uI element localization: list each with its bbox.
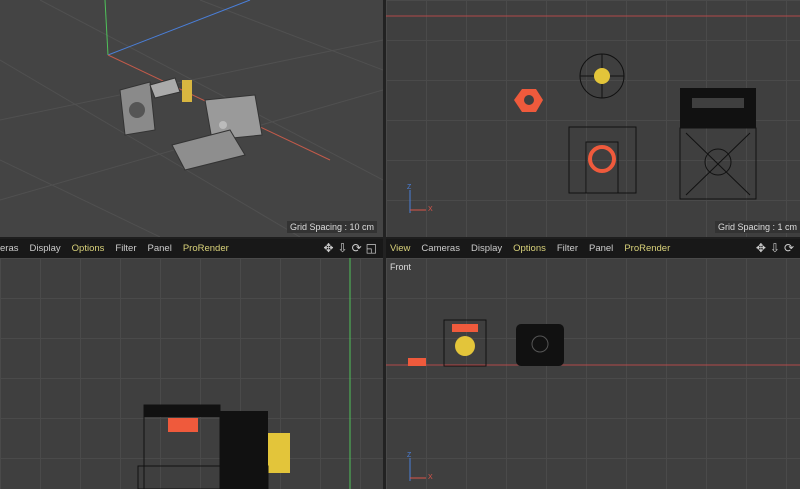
rotate-icon[interactable]: ⟳ [784, 241, 794, 255]
zoom-icon[interactable]: ⇩ [770, 241, 780, 255]
zoom-icon[interactable]: ⇩ [338, 241, 348, 255]
menu-view[interactable]: View [390, 243, 410, 254]
z-axis-line [107, 0, 251, 56]
viewport-perspective[interactable]: Grid Spacing : 10 cm [0, 0, 383, 237]
menu-prorender[interactable]: ProRender [624, 243, 670, 254]
viewport-menubar-right: eras Display Options Filter Panel ProRen… [0, 239, 383, 258]
z-axis-label: Z [407, 452, 412, 459]
viewport-front[interactable]: Front Z X [386, 258, 800, 489]
menu-cameras[interactable]: eras [0, 243, 18, 254]
menu-display[interactable]: Display [29, 243, 60, 254]
menu-filter[interactable]: Filter [115, 243, 136, 254]
menu-options[interactable]: Options [72, 243, 105, 254]
viewport-right[interactable] [0, 258, 383, 489]
menu-prorender[interactable]: ProRender [183, 243, 229, 254]
grid-spacing-label: Grid Spacing : 10 cm [286, 221, 377, 233]
viewport-menubar-front: View Cameras Display Options Filter Pane… [386, 239, 800, 258]
maximize-icon[interactable]: ◱ [366, 241, 377, 255]
menu-cameras[interactable]: Cameras [421, 243, 460, 254]
menu-filter[interactable]: Filter [557, 243, 578, 254]
viewport-top[interactable]: Z X Grid Spacing : 1 cm [386, 0, 800, 237]
right-scene [137, 258, 351, 489]
perspective-scene [0, 0, 383, 237]
menu-options[interactable]: Options [513, 243, 546, 254]
z-axis-label: Z [407, 184, 412, 191]
move-icon[interactable]: ✥ [323, 241, 333, 255]
front-scene [386, 319, 800, 481]
top-scene [386, 15, 800, 213]
menu-display[interactable]: Display [471, 243, 502, 254]
spring-top [594, 68, 610, 84]
move-icon[interactable]: ✥ [756, 241, 766, 255]
y-axis-line [104, 0, 109, 56]
menu-panel[interactable]: Panel [148, 243, 172, 254]
viewport-divider[interactable] [383, 0, 386, 489]
x-axis-label: X [428, 206, 433, 213]
grid-spacing-label: Grid Spacing : 1 cm [714, 221, 800, 233]
menu-panel[interactable]: Panel [589, 243, 613, 254]
rotate-icon[interactable]: ⟳ [352, 241, 362, 255]
x-axis-label: X [428, 474, 433, 481]
model-parts [119, 77, 263, 171]
